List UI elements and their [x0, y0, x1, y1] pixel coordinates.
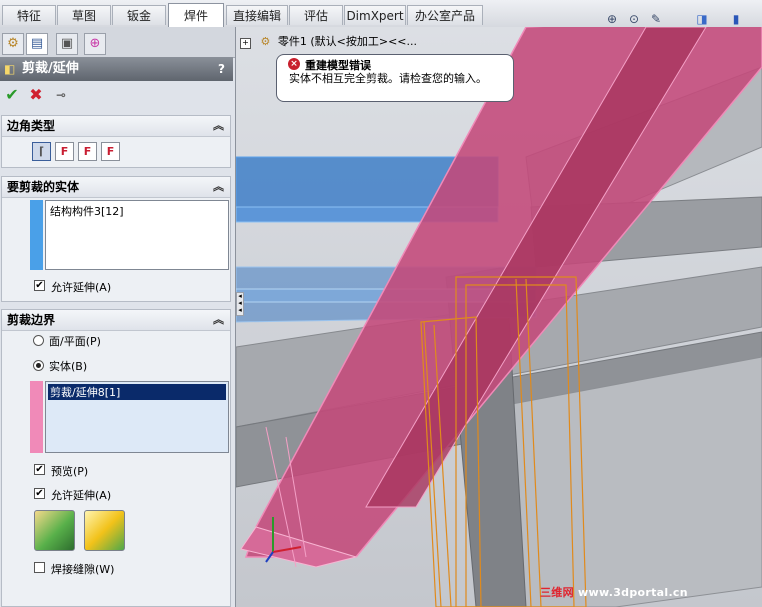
corner-end-butt1-button[interactable]: F [78, 142, 97, 161]
corner-end-miter-button[interactable]: F [55, 142, 74, 161]
rebuild-error-callout: × 重建模型错误 实体不相互完全剪裁。请检查您的输入。 [276, 54, 514, 102]
trim-boundary-group: 剪裁边界 ︽ 面/平面(P) 实体(B) 剪裁/延伸8[1] ✔ 预览(P) ✔… [1, 309, 231, 607]
corner-type-header[interactable]: 边角类型 ︽ [2, 116, 230, 137]
panel-tabs: ⚙ ▤ ▣ ⊕ [0, 27, 235, 58]
tab-sheet-metal[interactable]: 钣金 [112, 5, 166, 25]
preview-checkbox[interactable]: ✔ [34, 464, 45, 475]
property-manager: ⚙ ▤ ▣ ⊕ ◧ 剪裁/延伸 ? ✔ ✖ ⊸ 边角类型 ︽ ⌈ F F F 要… [0, 27, 236, 607]
model-view [236, 27, 762, 607]
allow-extend-label: 允许延伸(A) [51, 489, 112, 502]
trim-boundary-header[interactable]: 剪裁边界 ︽ [2, 310, 230, 331]
graphics-viewport[interactable]: ◂ ◂ ◂ [236, 27, 762, 607]
action-bar: ✔ ✖ ⊸ [0, 83, 233, 107]
panel-title: 剪裁/延伸 [22, 61, 79, 76]
config-manager-tab-icon[interactable]: ▣ [56, 33, 78, 55]
weld-gap-label: 焊接缝隙(W) [51, 563, 115, 576]
allow-extend-checkbox[interactable]: ✔ [34, 280, 45, 291]
feature-tree-flyout[interactable]: + ⚙ 零件1 (默认<按加工><<... [240, 33, 417, 49]
part-icon: ⚙ [260, 35, 271, 48]
panel-collapse-handle[interactable]: ◂ ◂ ◂ [236, 292, 244, 316]
dim-xpert-tab-icon[interactable]: ⊕ [84, 33, 106, 55]
keep-trimmed-body-button[interactable] [34, 510, 75, 551]
bodies-to-trim-group: 要剪裁的实体 ︽ 结构构件3[12] ✔ 允许延伸(A) [1, 176, 231, 302]
body-radio[interactable] [33, 360, 44, 371]
error-title: 重建模型错误 [305, 59, 371, 72]
bodies-to-trim-header[interactable]: 要剪裁的实体 ︽ [2, 177, 230, 198]
help-button[interactable]: ? [218, 57, 225, 81]
discard-trimmed-body-button[interactable] [84, 510, 125, 551]
tab-features[interactable]: 特征 [2, 5, 56, 25]
face-plane-label: 面/平面(P) [49, 335, 101, 348]
watermark-prefix: 三维网 [540, 586, 574, 599]
weld-gap-checkbox[interactable] [34, 562, 45, 573]
zoom-to-fit-icon[interactable]: ⊕ [604, 11, 620, 27]
tab-dimxpert[interactable]: DimXpert [344, 5, 406, 25]
panel-header: ◧ 剪裁/延伸 ? [0, 57, 233, 81]
allow-extend-label: 允许延伸(A) [51, 281, 112, 294]
face-plane-radio[interactable] [33, 335, 44, 346]
zoom-area-icon[interactable]: ⊙ [626, 11, 642, 27]
body-label: 实体(B) [49, 360, 88, 373]
ok-check-icon[interactable]: ✔ [2, 85, 22, 105]
selection-color-stripe [30, 200, 43, 270]
tab-sketch[interactable]: 草图 [57, 5, 111, 25]
error-x-icon: × [288, 58, 300, 70]
list-item[interactable]: 结构构件3[12] [46, 201, 228, 221]
bodies-to-trim-title: 要剪裁的实体 [7, 180, 80, 194]
trim-boundary-title: 剪裁边界 [7, 313, 56, 327]
section-view-icon[interactable]: ✎ [648, 11, 664, 27]
tab-office-products[interactable]: 办公室产品 [407, 5, 483, 25]
collapse-chevron-icon[interactable]: ︽ [213, 116, 224, 136]
watermark-url: www.3dportal.cn [578, 586, 688, 599]
pushpin-icon[interactable]: ⊸ [51, 85, 71, 105]
corner-end-trim-button[interactable]: ⌈ [32, 142, 51, 161]
view-orientation-icon[interactable]: ◨ [694, 11, 710, 27]
tab-evaluate[interactable]: 评估 [289, 5, 343, 25]
watermark: 三维网 www.3dportal.cn [540, 584, 688, 600]
corner-type-title: 边角类型 [7, 119, 56, 133]
collapse-chevron-icon[interactable]: ︽ [213, 177, 224, 197]
feature-manager-tab-icon[interactable]: ⚙ [2, 33, 24, 55]
tab-weldments[interactable]: 焊件 [168, 3, 224, 27]
tab-direct-edit[interactable]: 直接编辑 [226, 5, 288, 25]
selection-color-stripe [30, 381, 43, 453]
cancel-x-icon[interactable]: ✖ [26, 85, 46, 105]
property-manager-tab-icon[interactable]: ▤ [26, 33, 48, 55]
bodies-list[interactable]: 结构构件3[12] [45, 200, 229, 270]
corner-type-group: 边角类型 ︽ ⌈ F F F [1, 115, 231, 168]
trim-extend-icon: ◧ [4, 62, 16, 76]
list-item[interactable]: 剪裁/延伸8[1] [48, 384, 226, 400]
error-message: 实体不相互完全剪裁。请检查您的输入。 [289, 72, 487, 85]
display-style-icon[interactable]: ▮ [728, 11, 744, 27]
corner-end-butt2-button[interactable]: F [101, 142, 120, 161]
boundary-list[interactable]: 剪裁/延伸8[1] [45, 381, 229, 453]
preview-label: 预览(P) [51, 465, 89, 478]
collapse-chevron-icon[interactable]: ︽ [213, 310, 224, 330]
part-name: 零件1 (默认<按加工><<... [277, 35, 418, 48]
allow-extend-checkbox[interactable]: ✔ [34, 488, 45, 499]
expand-plus-icon[interactable]: + [240, 38, 251, 49]
